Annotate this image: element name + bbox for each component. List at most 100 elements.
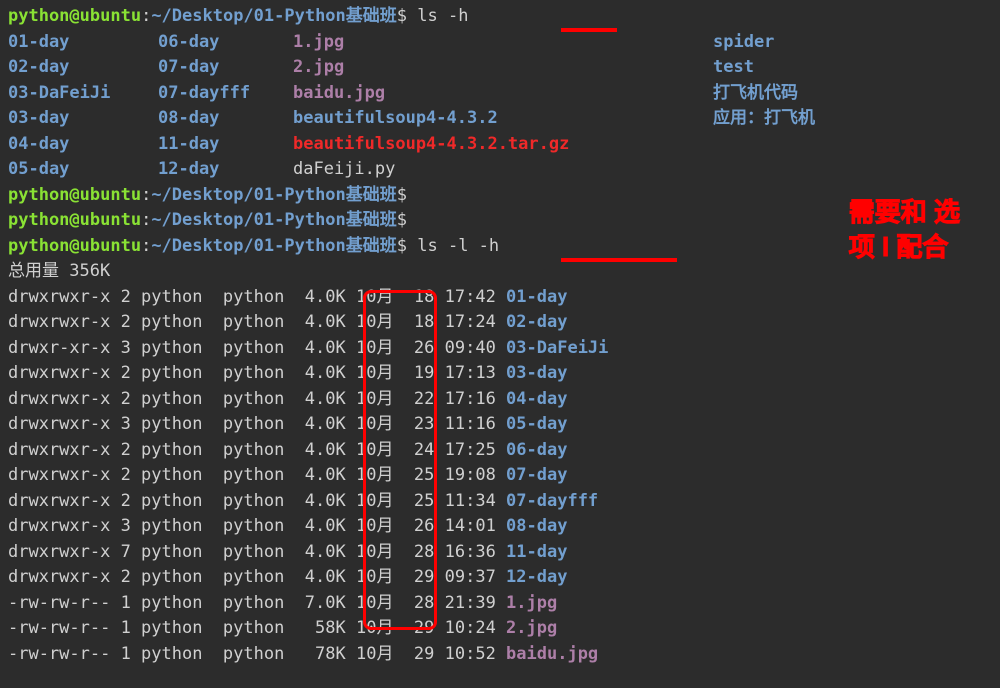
prompt-user: python@ubuntu (8, 185, 141, 205)
listing-row: drwxrwxr-x 7 python python 4.0K 10月 28 1… (8, 540, 992, 566)
prompt-sep: : (141, 185, 151, 205)
ls-output-grid: 01-day02-day03-DaFeiJi03-day04-day05-day… (8, 30, 992, 183)
listing-row: drwxrwxr-x 2 python python 4.0K 10月 18 1… (8, 310, 992, 336)
ls-entry: baidu.jpg (293, 81, 713, 107)
prompt-user: python@ubuntu (8, 6, 141, 26)
listing-meta: -rw-rw-r-- 1 python python 78K 10月 29 10… (8, 644, 506, 664)
prompt-path: ~/Desktop/01-Python基础班 (151, 236, 396, 256)
total-line: 总用量 356K (8, 259, 992, 285)
command-text: ls -h (417, 6, 468, 26)
listing-filename: 04-day (506, 389, 567, 409)
listing-meta: drwxrwxr-x 2 python python 4.0K 10月 25 1… (8, 465, 506, 485)
ls-entry: 03-day (8, 106, 158, 132)
listing-row: drwxrwxr-x 2 python python 4.0K 10月 22 1… (8, 387, 992, 413)
ls-entry: 12-day (158, 157, 293, 183)
ls-entry (713, 157, 913, 183)
prompt-dollar: $ (397, 210, 417, 230)
ls-entry: 06-day (158, 30, 293, 56)
ls-entry: 1.jpg (293, 30, 713, 56)
listing-filename: 03-day (506, 363, 567, 383)
listing-meta: drwxrwxr-x 2 python python 4.0K 10月 29 0… (8, 567, 506, 587)
listing-row: drwxr-xr-x 3 python python 4.0K 10月 26 0… (8, 336, 992, 362)
ls-entry: test (713, 55, 913, 81)
listing-row: -rw-rw-r-- 1 python python 78K 10月 29 10… (8, 642, 992, 668)
listing-filename: 2.jpg (506, 618, 557, 638)
ls-entry: 04-day (8, 132, 158, 158)
prompt-sep: : (141, 6, 151, 26)
prompt-path: ~/Desktop/01-Python基础班 (151, 210, 396, 230)
listing-meta: drwxrwxr-x 7 python python 4.0K 10月 28 1… (8, 542, 506, 562)
ls-entry: 03-DaFeiJi (8, 81, 158, 107)
ls-column: 1.jpg2.jpgbaidu.jpgbeautifulsoup4-4.3.2b… (293, 30, 713, 183)
listing-meta: drwxrwxr-x 2 python python 4.0K 10月 18 1… (8, 312, 506, 332)
listing-meta: -rw-rw-r-- 1 python python 58K 10月 29 10… (8, 618, 506, 638)
prompt-dollar: $ (397, 185, 417, 205)
prompt-line[interactable]: python@ubuntu:~/Desktop/01-Python基础班$ (8, 183, 992, 209)
ls-entry: spider (713, 30, 913, 56)
listing-row: drwxrwxr-x 3 python python 4.0K 10月 26 1… (8, 514, 992, 540)
listing-filename: 06-day (506, 440, 567, 460)
listing-meta: drwxrwxr-x 2 python python 4.0K 10月 19 1… (8, 363, 506, 383)
listing-filename: 05-day (506, 414, 567, 434)
listing-filename: 07-dayfff (506, 491, 598, 511)
ls-entry: beautifulsoup4-4.3.2.tar.gz (293, 132, 713, 158)
ls-entry: 2.jpg (293, 55, 713, 81)
prompt-dollar: $ (397, 6, 417, 26)
command-text: ls -l -h (417, 236, 499, 256)
ls-entry: 11-day (158, 132, 293, 158)
listing-filename: 1.jpg (506, 593, 557, 613)
ls-entry: 05-day (8, 157, 158, 183)
listing-meta: drwxrwxr-x 2 python python 4.0K 10月 22 1… (8, 389, 506, 409)
listing-filename: 01-day (506, 287, 567, 307)
ls-entry: 02-day (8, 55, 158, 81)
ls-entry: 打飞机代码 (713, 81, 913, 107)
annotation-line1: 需要和 选 (849, 195, 960, 230)
ls-column: spidertest打飞机代码应用：打飞机 (713, 30, 913, 183)
listing-filename: 12-day (506, 567, 567, 587)
prompt-sep: : (141, 210, 151, 230)
listing-row: drwxrwxr-x 2 python python 4.0K 10月 18 1… (8, 285, 992, 311)
ls-entry (713, 132, 913, 158)
prompt-line[interactable]: python@ubuntu:~/Desktop/01-Python基础班$ ls… (8, 4, 992, 30)
listing-filename: 08-day (506, 516, 567, 536)
listing-row: drwxrwxr-x 2 python python 4.0K 10月 29 0… (8, 565, 992, 591)
ls-entry: beautifulsoup4-4.3.2 (293, 106, 713, 132)
prompt-line[interactable]: python@ubuntu:~/Desktop/01-Python基础班$ (8, 208, 992, 234)
ls-column: 01-day02-day03-DaFeiJi03-day04-day05-day (8, 30, 158, 183)
annotation-line2: 项 l 配合 (849, 230, 960, 265)
listing-meta: drwxrwxr-x 2 python python 4.0K 10月 25 1… (8, 491, 506, 511)
prompt-sep: : (141, 236, 151, 256)
ls-entry: 07-day (158, 55, 293, 81)
annotation-callout: 需要和 选 项 l 配合 (849, 195, 960, 265)
listing-row: drwxrwxr-x 2 python python 4.0K 10月 25 1… (8, 489, 992, 515)
listing-row: drwxrwxr-x 2 python python 4.0K 10月 24 1… (8, 438, 992, 464)
prompt-dollar: $ (397, 236, 417, 256)
prompt-line[interactable]: python@ubuntu:~/Desktop/01-Python基础班$ ls… (8, 234, 992, 260)
listing-meta: drwxrwxr-x 2 python python 4.0K 10月 18 1… (8, 287, 506, 307)
listing-filename: 07-day (506, 465, 567, 485)
ls-entry: 01-day (8, 30, 158, 56)
ls-entry: 应用：打飞机 (713, 106, 913, 132)
listing-row: drwxrwxr-x 2 python python 4.0K 10月 19 1… (8, 361, 992, 387)
listing-meta: drwxrwxr-x 3 python python 4.0K 10月 23 1… (8, 414, 506, 434)
listing-meta: drwxrwxr-x 2 python python 4.0K 10月 24 1… (8, 440, 506, 460)
listing-filename: 03-DaFeiJi (506, 338, 608, 358)
ls-entry: 07-dayfff (158, 81, 293, 107)
listing-row: -rw-rw-r-- 1 python python 7.0K 10月 28 2… (8, 591, 992, 617)
listing-row: drwxrwxr-x 2 python python 4.0K 10月 25 1… (8, 463, 992, 489)
listing-meta: -rw-rw-r-- 1 python python 7.0K 10月 28 2… (8, 593, 506, 613)
ls-entry: 08-day (158, 106, 293, 132)
listing-row: -rw-rw-r-- 1 python python 58K 10月 29 10… (8, 616, 992, 642)
prompt-path: ~/Desktop/01-Python基础班 (151, 6, 396, 26)
prompt-path: ~/Desktop/01-Python基础班 (151, 185, 396, 205)
listing-row: drwxrwxr-x 3 python python 4.0K 10月 23 1… (8, 412, 992, 438)
ls-entry: daFeiji.py (293, 157, 713, 183)
prompt-user: python@ubuntu (8, 210, 141, 230)
prompt-user: python@ubuntu (8, 236, 141, 256)
listing-filename: baidu.jpg (506, 644, 598, 664)
listing-filename: 02-day (506, 312, 567, 332)
listing-meta: drwxr-xr-x 3 python python 4.0K 10月 26 0… (8, 338, 506, 358)
ls-column: 06-day07-day07-dayfff08-day11-day12-day (158, 30, 293, 183)
listing-meta: drwxrwxr-x 3 python python 4.0K 10月 26 1… (8, 516, 506, 536)
listing-filename: 11-day (506, 542, 567, 562)
